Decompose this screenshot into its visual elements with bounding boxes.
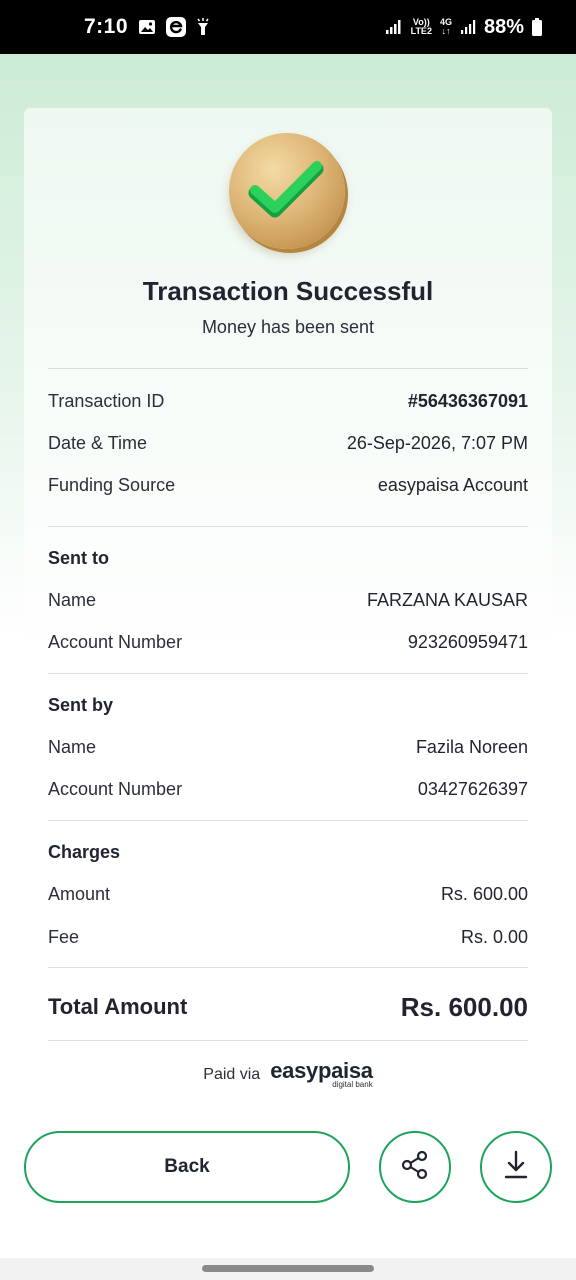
detail-label: Account Number bbox=[48, 778, 183, 799]
back-button-label: Back bbox=[164, 1156, 210, 1177]
sent-to-account-row: Account Number 923260959471 bbox=[48, 629, 528, 655]
divider bbox=[48, 368, 528, 369]
gallery-icon bbox=[138, 19, 156, 35]
total-amount-row: Total Amount Rs. 600.00 bbox=[48, 990, 528, 1024]
signal-icon bbox=[385, 19, 403, 35]
detail-label: Fee bbox=[48, 926, 80, 947]
sender-account-value: 03427626397 bbox=[417, 778, 528, 799]
page-subtitle: Money has been sent bbox=[201, 317, 375, 337]
status-bar: 7:10 Vo)) LTE2 4G ↓↑ 88% bbox=[0, 0, 576, 54]
sent-to-heading: Sent to bbox=[48, 548, 109, 568]
total-amount-value: Rs. 600.00 bbox=[400, 991, 528, 1022]
status-time: 7:10 bbox=[84, 15, 129, 38]
charges-heading: Charges bbox=[48, 842, 121, 862]
sent-by-account-row: Account Number 03427626397 bbox=[48, 776, 528, 802]
share-button[interactable] bbox=[379, 1131, 451, 1203]
download-button[interactable] bbox=[480, 1131, 552, 1203]
share-icon bbox=[399, 1149, 431, 1186]
network-gen-indicator: 4G ↓↑ bbox=[439, 17, 452, 36]
charges-fee-row: Fee Rs. 0.00 bbox=[48, 924, 528, 950]
success-coin-icon bbox=[229, 133, 345, 249]
lte-label: LTE2 bbox=[410, 26, 432, 36]
divider bbox=[48, 526, 528, 527]
divider bbox=[48, 1040, 528, 1041]
easypaisa-app-icon bbox=[166, 17, 187, 37]
paid-via-footer: Paid via easypaisa digital bank bbox=[24, 1060, 552, 1089]
battery-icon bbox=[532, 18, 542, 36]
detail-row-date-time: Date & Time 26-Sep-2026, 7:07 PM bbox=[48, 430, 528, 456]
page-title: Transaction Successful bbox=[142, 276, 434, 306]
detail-row-funding-source: Funding Source easypaisa Account bbox=[48, 472, 528, 498]
detail-label: Name bbox=[48, 736, 97, 757]
detail-label: Account Number bbox=[48, 631, 183, 652]
recipient-name-value: FARZANA KAUSAR bbox=[366, 589, 528, 610]
receipt-card: Transaction Successful Money has been se… bbox=[24, 108, 552, 1100]
detail-label: Name bbox=[48, 589, 97, 610]
flashlight-icon bbox=[196, 18, 210, 36]
volte-indicator: Vo)) LTE2 bbox=[411, 18, 432, 36]
date-time-value: 26-Sep-2026, 7:07 PM bbox=[346, 432, 528, 453]
detail-label: Amount bbox=[48, 883, 111, 904]
sender-name-value: Fazila Noreen bbox=[415, 736, 528, 757]
detail-label: Funding Source bbox=[48, 474, 176, 495]
funding-source-value: easypaisa Account bbox=[377, 474, 528, 495]
charges-amount-row: Amount Rs. 600.00 bbox=[48, 881, 528, 907]
detail-row-transaction-id: Transaction ID #56436367091 bbox=[48, 388, 528, 414]
gen-label: 4G bbox=[439, 17, 452, 27]
divider bbox=[48, 820, 528, 821]
download-icon bbox=[502, 1150, 530, 1185]
amount-value: Rs. 600.00 bbox=[440, 883, 528, 904]
back-button[interactable]: Back bbox=[24, 1131, 350, 1203]
total-amount-label: Total Amount bbox=[48, 994, 188, 1019]
battery-level: 88% bbox=[483, 15, 524, 38]
easypaisa-logo: easypaisa digital bank bbox=[270, 1060, 373, 1089]
paid-via-label: Paid via bbox=[203, 1065, 261, 1083]
sent-to-name-row: Name FARZANA KAUSAR bbox=[48, 587, 528, 613]
brand-subtitle: digital bank bbox=[332, 1080, 373, 1089]
detail-label: Transaction ID bbox=[48, 390, 165, 411]
home-gesture-handle[interactable] bbox=[202, 1265, 374, 1272]
sent-by-name-row: Name Fazila Noreen bbox=[48, 734, 528, 760]
signal-icon-secondary bbox=[460, 19, 476, 35]
sent-by-heading: Sent by bbox=[48, 695, 114, 715]
brand-name: easypaisa bbox=[270, 1058, 373, 1083]
divider bbox=[48, 673, 528, 674]
divider bbox=[48, 967, 528, 968]
recipient-account-value: 923260959471 bbox=[407, 631, 528, 652]
transaction-id-value: #56436367091 bbox=[407, 390, 528, 411]
fee-value: Rs. 0.00 bbox=[460, 926, 528, 947]
detail-label: Date & Time bbox=[48, 432, 148, 453]
